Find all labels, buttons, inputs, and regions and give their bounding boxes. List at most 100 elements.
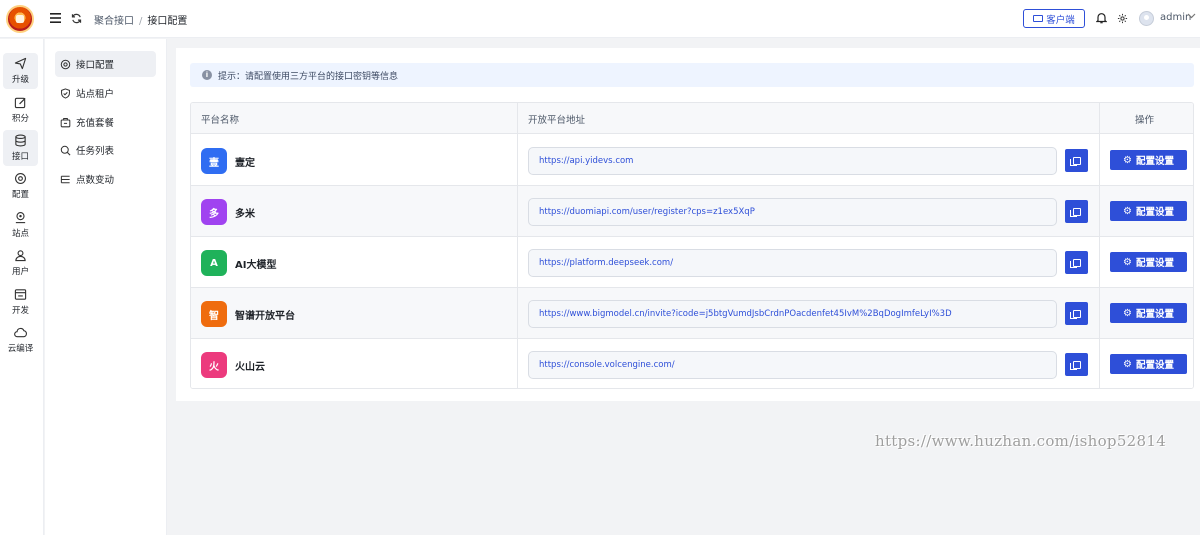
- client-button[interactable]: 客户端: [1023, 9, 1085, 28]
- submenu-item-recharge-packages[interactable]: 充值套餐: [55, 109, 156, 135]
- column-header-platform-name: 平台名称: [201, 114, 240, 126]
- platform-url-field[interactable]: https://platform.deepseek.com/: [528, 249, 1057, 277]
- copy-icon: [1069, 156, 1081, 166]
- copy-icon: [1069, 360, 1081, 370]
- rail-item-config[interactable]: 配置: [3, 168, 38, 204]
- rail-item-users[interactable]: 用户: [3, 245, 38, 281]
- user-icon: [15, 250, 26, 262]
- breadcrumb: 聚合接口 / 接口配置: [94, 12, 187, 27]
- column-divider: [1099, 103, 1100, 388]
- config-settings-button[interactable]: ⚙ 配置设置: [1110, 252, 1187, 272]
- shield-icon: [61, 87, 70, 99]
- menu-toggle-icon[interactable]: [47, 10, 63, 26]
- rail-item-dev[interactable]: 开发: [3, 284, 38, 320]
- database-icon: [15, 134, 26, 147]
- code-icon: [14, 289, 27, 300]
- gear-icon: ⚙: [1123, 205, 1132, 217]
- submenu-label: 任务列表: [76, 146, 115, 157]
- search-icon: [60, 145, 71, 155]
- platform-badge: 多: [201, 199, 227, 225]
- table-row: 火 火山云 https://console.volcengine.com/ ⚙ 配…: [191, 339, 1193, 388]
- gear-icon: ⚙: [1123, 358, 1132, 370]
- copy-url-button[interactable]: [1065, 200, 1088, 223]
- rail-label: 用户: [11, 267, 29, 277]
- settings-icon[interactable]: [1114, 10, 1130, 26]
- config-button-label: 配置设置: [1135, 309, 1174, 320]
- monitor-icon: [1033, 15, 1044, 22]
- rail-label: 接口: [11, 152, 29, 162]
- info-icon: i: [202, 70, 212, 80]
- copy-url-button[interactable]: [1065, 302, 1088, 325]
- platform-table: 平台名称 开放平台地址 操作 壹 壹定 https://api.yidevs.c…: [190, 102, 1194, 389]
- tip-banner: i 提示：请配置使用三方平台的接口密钥等信息: [190, 63, 1194, 87]
- submenu-item-api-config[interactable]: 接口配置: [55, 51, 156, 77]
- table-row: 壹 壹定 https://api.yidevs.com ⚙ 配置设置: [191, 135, 1193, 186]
- submenu-item-task-list[interactable]: 任务列表: [55, 137, 156, 163]
- config-button-label: 配置设置: [1135, 207, 1174, 218]
- tip-text: 提示：请配置使用三方平台的接口密钥等信息: [218, 71, 399, 82]
- gear-icon: ⚙: [1123, 307, 1132, 319]
- rail-item-points[interactable]: 积分: [3, 92, 38, 128]
- rail-item-api[interactable]: 接口: [3, 130, 38, 166]
- table-row: 多 多米 https://duomiapi.com/user/register?…: [191, 186, 1193, 237]
- send-icon: [14, 57, 27, 70]
- primary-nav-rail: 升级 积分 接口 配置 站点 用户 开发 云编译: [0, 39, 44, 535]
- config-settings-button[interactable]: ⚙ 配置设置: [1110, 201, 1187, 221]
- platform-url-field[interactable]: https://www.bigmodel.cn/invite?icode=j5b…: [528, 300, 1057, 328]
- settings-icon: [15, 173, 26, 184]
- breadcrumb-separator: /: [139, 16, 143, 27]
- config-settings-button[interactable]: ⚙ 配置设置: [1110, 303, 1187, 323]
- rail-label: 积分: [11, 114, 29, 124]
- app-logo[interactable]: [6, 5, 34, 33]
- platform-url-field[interactable]: https://console.volcengine.com/: [528, 351, 1057, 379]
- rail-label: 升级: [11, 75, 29, 85]
- table-header: 平台名称 开放平台地址 操作: [191, 103, 1193, 134]
- avatar[interactable]: [1139, 11, 1154, 26]
- platform-name: 火山云: [235, 362, 265, 373]
- gear-icon: ⚙: [1123, 256, 1132, 268]
- breadcrumb-current: 接口配置: [147, 16, 188, 27]
- submenu-item-site-tenants[interactable]: 站点租户: [55, 80, 156, 106]
- copy-icon: [1069, 309, 1081, 319]
- platform-name: 智谱开放平台: [235, 311, 295, 322]
- refresh-icon[interactable]: [68, 10, 84, 26]
- list-icon: [60, 175, 70, 183]
- client-button-label: 客户端: [1046, 14, 1075, 26]
- config-settings-button[interactable]: ⚙ 配置设置: [1110, 354, 1187, 374]
- copy-icon: [1069, 258, 1081, 268]
- target-icon: [60, 59, 71, 69]
- cloud-icon: [14, 327, 27, 338]
- edit-icon: [14, 97, 26, 109]
- platform-name: 壹定: [235, 158, 255, 169]
- chevron-down-icon[interactable]: [1187, 12, 1196, 22]
- config-settings-button[interactable]: ⚙ 配置设置: [1110, 150, 1187, 170]
- bell-icon[interactable]: [1093, 10, 1109, 26]
- secondary-menu: 接口配置 站点租户 充值套餐 任务列表 点数变动: [45, 39, 167, 535]
- rail-item-site[interactable]: 站点: [3, 207, 38, 243]
- rail-item-upgrade[interactable]: 升级: [3, 53, 38, 89]
- api-config-card: i 提示：请配置使用三方平台的接口密钥等信息 平台名称 开放平台地址 操作 壹 …: [176, 48, 1200, 401]
- submenu-label: 充值套餐: [76, 118, 115, 129]
- rail-item-cloud-compile[interactable]: 云编译: [3, 322, 38, 358]
- submenu-label: 站点租户: [76, 89, 115, 100]
- config-button-label: 配置设置: [1135, 258, 1174, 269]
- copy-url-button[interactable]: [1065, 149, 1088, 172]
- platform-url-field[interactable]: https://api.yidevs.com: [528, 147, 1057, 175]
- watermark-text: https://www.huzhan.com/ishop52814: [875, 432, 1167, 450]
- copy-url-button[interactable]: [1065, 353, 1088, 376]
- config-button-label: 配置设置: [1135, 156, 1174, 167]
- column-header-actions: 操作: [1135, 114, 1155, 126]
- top-header: 聚合接口 / 接口配置 客户端 admin: [0, 0, 1200, 38]
- submenu-item-points-change[interactable]: 点数变动: [55, 166, 156, 192]
- rail-label: 站点: [11, 229, 29, 239]
- config-button-label: 配置设置: [1135, 360, 1174, 371]
- platform-url-field[interactable]: https://duomiapi.com/user/register?cps=z…: [528, 198, 1057, 226]
- platform-badge: A: [201, 250, 227, 276]
- copy-icon: [1069, 207, 1081, 217]
- platform-name: AI大模型: [235, 260, 277, 271]
- column-divider: [517, 103, 518, 388]
- copy-url-button[interactable]: [1065, 251, 1088, 274]
- breadcrumb-parent[interactable]: 聚合接口: [94, 16, 134, 27]
- table-row: 智 智谱开放平台 https://www.bigmodel.cn/invite?…: [191, 288, 1193, 339]
- rail-label: 配置: [11, 190, 29, 200]
